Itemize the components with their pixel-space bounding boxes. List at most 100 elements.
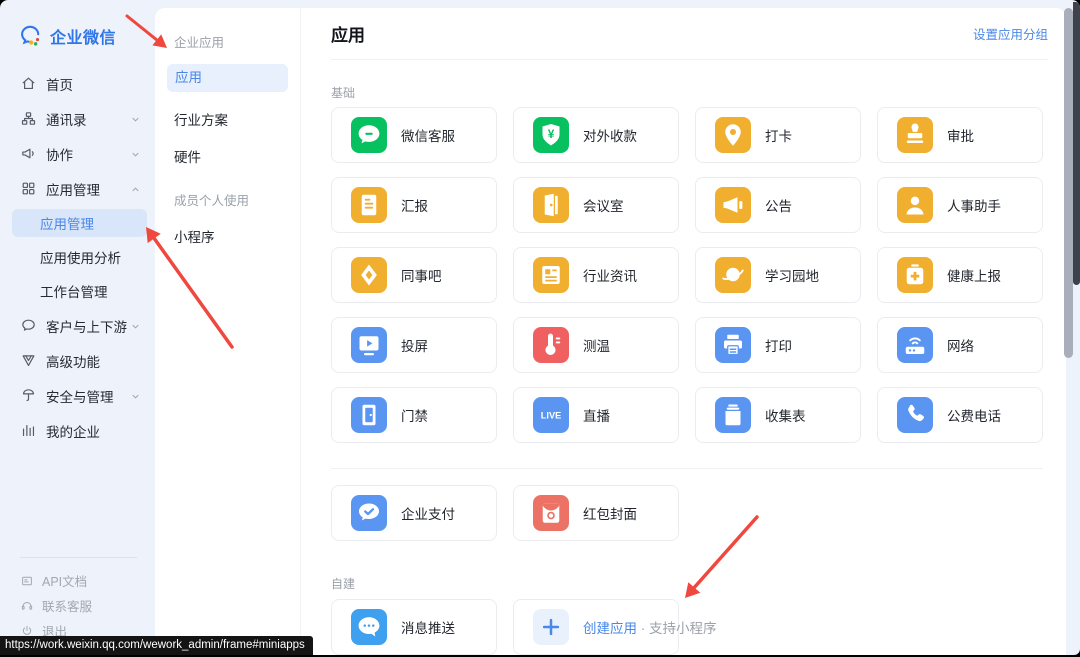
tile-label: 消息推送 <box>401 621 455 636</box>
browser-page: 企业微信 首页 通讯录 协作 应用管理 应用管理 应用使用分析 工作台管理 客户与上下游 高级功… <box>0 0 1080 655</box>
tile-label: 行业资讯 <box>583 269 637 284</box>
door-meeting-icon <box>533 187 569 223</box>
sidebar-subitem-2[interactable]: 工作台管理 <box>0 274 155 308</box>
sidebar-subitem-label: 应用管理 <box>40 217 94 232</box>
tile-label: 企业支付 <box>401 507 455 522</box>
tile-label: 对外收款 <box>583 129 637 144</box>
horn-icon <box>715 187 751 223</box>
app-tile[interactable]: 打卡 <box>695 107 861 163</box>
cast-icon <box>351 327 387 363</box>
submenu-item-行业方案[interactable]: 行业方案 <box>174 109 300 129</box>
sidebar-subitem-0[interactable]: 应用管理 <box>12 209 147 237</box>
app-tile[interactable]: 收集表 <box>695 387 861 443</box>
home-icon <box>20 75 37 92</box>
report-doc-icon <box>351 187 387 223</box>
tile-label: 同事吧 <box>401 269 442 284</box>
sidebar-subitem-label: 应用使用分析 <box>40 251 121 266</box>
sidebar-nav: 首页 通讯录 协作 应用管理 应用管理 应用使用分析 工作台管理 客户与上下游 高级功能 安全与管… <box>0 66 155 448</box>
app-tile[interactable]: 门禁 <box>331 387 497 443</box>
api-doc-icon <box>20 574 34 588</box>
app-tile[interactable]: 企业支付 <box>331 485 497 541</box>
sidebar-item-1[interactable]: 通讯录 <box>0 101 155 136</box>
plus-icon <box>533 609 569 645</box>
app-tile[interactable]: 健康上报 <box>877 247 1043 303</box>
tile-label: 公费电话 <box>947 409 1001 424</box>
customer-icon <box>20 317 37 334</box>
sidebar-item-0[interactable]: 首页 <box>0 66 155 101</box>
sidebar-item-5[interactable]: 高级功能 <box>0 343 155 378</box>
diamond-icon <box>351 257 387 293</box>
create-app-tile[interactable]: 创建应用 · 支持小程序 <box>513 599 717 655</box>
sidebar-item-label: 通讯录 <box>46 112 87 128</box>
tile-label: 会议室 <box>583 199 624 214</box>
submenu-item-应用[interactable]: 应用 <box>167 64 288 92</box>
tile-label: 收集表 <box>765 409 806 424</box>
live-icon: LIVE <box>533 397 569 433</box>
main-header: 应用 设置应用分组 <box>331 8 1048 60</box>
sidebar-subitem-1[interactable]: 应用使用分析 <box>0 240 155 274</box>
submenu-column: 企业应用 应用 行业方案 硬件 成员个人使用 小程序 <box>155 8 301 655</box>
chevron-down-icon <box>130 390 141 401</box>
sidebar-footer-divider <box>20 557 137 558</box>
app-tile[interactable]: 审批 <box>877 107 1043 163</box>
content-panel: 企业应用 应用 行业方案 硬件 成员个人使用 小程序 应用 设置应用分组 基础 微信客服 ¥… <box>155 8 1066 655</box>
tile-label: 打卡 <box>765 129 792 144</box>
set-app-group-link[interactable]: 设置应用分组 <box>973 24 1048 43</box>
submenu-group-title-1: 成员个人使用 <box>174 194 250 208</box>
section-label-basic: 基础 <box>331 86 356 100</box>
app-tile[interactable]: 测温 <box>513 317 679 373</box>
sidebar-item-2[interactable]: 协作 <box>0 136 155 171</box>
app-tile[interactable]: 消息推送 <box>331 599 497 655</box>
app-tile[interactable]: 红包封面 <box>513 485 679 541</box>
submenu-item-小程序[interactable]: 小程序 <box>174 226 300 246</box>
sidebar-item-label: 高级功能 <box>46 354 100 370</box>
chevron-down-icon <box>130 148 141 159</box>
inner-scrollbar-thumb[interactable] <box>1064 8 1073 358</box>
chat-service-icon <box>351 117 387 153</box>
app-tile[interactable]: 同事吧 <box>331 247 497 303</box>
router-icon <box>897 327 933 363</box>
main-content: 应用 设置应用分组 基础 微信客服 ¥ 对外收款 打卡 审批汇报 会议室 公告 人事助手同事吧… <box>302 8 1066 655</box>
tile-label: 微信客服 <box>401 129 455 144</box>
brand-name: 企业微信 <box>50 30 117 47</box>
news-icon <box>533 257 569 293</box>
wework-logo-icon <box>21 25 40 46</box>
app-tile[interactable]: LIVE 直播 <box>513 387 679 443</box>
sidebar-subitem-label: 工作台管理 <box>40 285 108 300</box>
app-tile[interactable]: 学习园地 <box>695 247 861 303</box>
sidebar-item-label: 我的企业 <box>46 424 100 440</box>
app-tile[interactable]: 投屏 <box>331 317 497 373</box>
sidebar-item-6[interactable]: 安全与管理 <box>0 378 155 413</box>
app-tile[interactable]: 行业资讯 <box>513 247 679 303</box>
sidebar: 企业微信 首页 通讯录 协作 应用管理 应用管理 应用使用分析 工作台管理 客户与上下游 高级功… <box>0 0 155 655</box>
sidebar-footer: API文档 联系客服 退出 <box>0 557 155 643</box>
submenu-item-硬件[interactable]: 硬件 <box>174 146 300 166</box>
sidebar-item-4[interactable]: 客户与上下游 <box>0 308 155 343</box>
chevron-down-icon <box>130 113 141 124</box>
sidebar-footer-item-1[interactable]: 联系客服 <box>0 593 155 618</box>
stamp-icon <box>897 117 933 153</box>
tile-label: 投屏 <box>401 339 428 354</box>
brand-logo: 企业微信 <box>0 0 155 48</box>
app-tile[interactable]: 公告 <box>695 177 861 233</box>
app-tile[interactable]: 公费电话 <box>877 387 1043 443</box>
app-tile[interactable]: ¥ 对外收款 <box>513 107 679 163</box>
sidebar-item-7[interactable]: 我的企业 <box>0 413 155 448</box>
app-tile[interactable]: 网络 <box>877 317 1043 373</box>
app-tile[interactable]: 汇报 <box>331 177 497 233</box>
sidebar-item-label: 协作 <box>46 147 73 163</box>
sidebar-footer-item-0[interactable]: API文档 <box>0 568 155 593</box>
tile-label: 测温 <box>583 339 610 354</box>
payment-apps-grid: 企业支付 红包封面 <box>331 485 1043 541</box>
sidebar-item-3[interactable]: 应用管理 <box>0 171 155 206</box>
footer-item-label: 联系客服 <box>42 600 93 614</box>
app-tile[interactable]: 打印 <box>695 317 861 373</box>
app-tile[interactable]: 微信客服 <box>331 107 497 163</box>
section-label-custom: 自建 <box>331 577 356 591</box>
gate-icon <box>351 397 387 433</box>
app-tile[interactable]: 会议室 <box>513 177 679 233</box>
pay-check-icon <box>351 495 387 531</box>
app-tile[interactable]: 人事助手 <box>877 177 1043 233</box>
window-scrollbar-thumb[interactable] <box>1073 2 1080 285</box>
apps-icon <box>20 180 37 197</box>
